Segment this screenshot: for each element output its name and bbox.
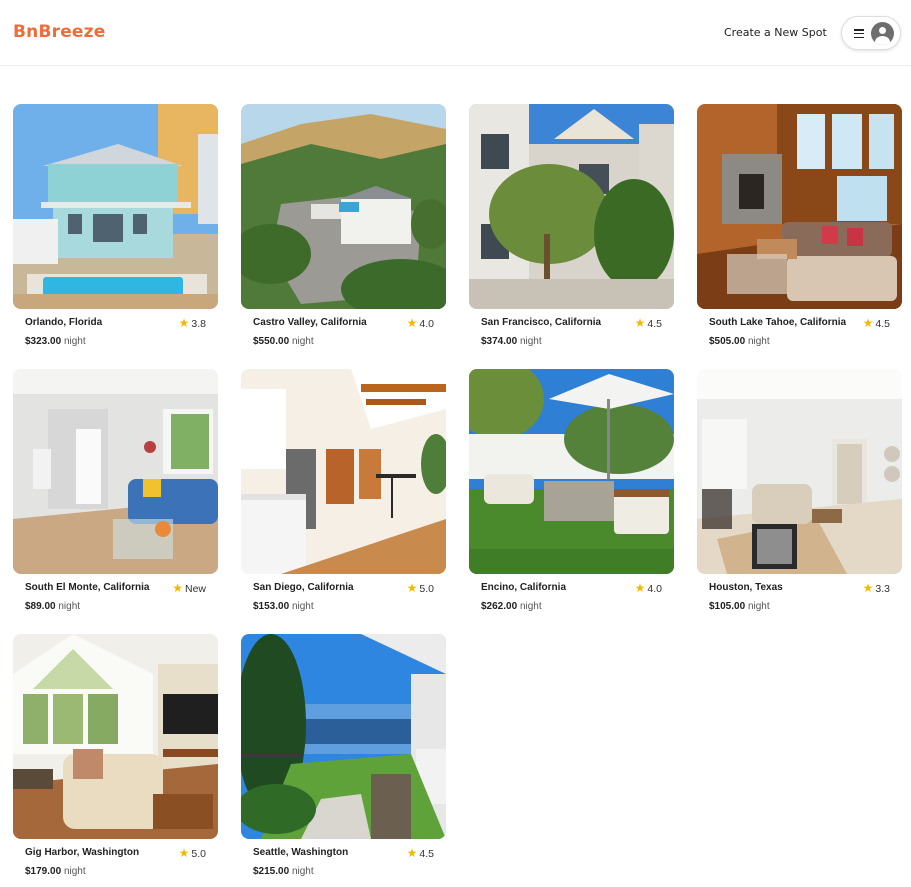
spot-image xyxy=(697,104,902,309)
spot-price: $262.00 night xyxy=(481,601,542,612)
spot-price: $179.00 night xyxy=(25,866,86,877)
spot-card[interactable]: Seattle, Washington ★ 4.5 $215.00 night xyxy=(241,634,446,879)
spot-price: $374.00 night xyxy=(481,336,542,347)
spot-rating: ★ 4.0 xyxy=(634,581,662,595)
spot-location: San Francisco, California xyxy=(481,317,602,328)
spot-card[interactable]: South Lake Tahoe, California ★ 4.5 $505.0… xyxy=(697,104,902,349)
spot-image xyxy=(469,104,674,309)
star-icon: ★ xyxy=(178,846,190,860)
spot-card[interactable]: Castro Valley, California ★ 4.0 $550.00 n… xyxy=(241,104,446,349)
spot-card[interactable]: Houston, Texas ★ 3.3 $105.00 night xyxy=(697,369,902,614)
star-icon: ★ xyxy=(172,581,183,595)
spot-rating: ★ 3.8 xyxy=(178,316,206,330)
spot-image xyxy=(13,369,218,574)
spot-location: Orlando, Florida xyxy=(25,317,103,328)
spot-price: $323.00 night xyxy=(25,336,86,347)
spot-price: $505.00 night xyxy=(709,336,770,347)
spot-image xyxy=(13,634,218,839)
spot-rating: ★ 4.5 xyxy=(862,316,890,330)
spot-image xyxy=(241,104,446,309)
spot-rating: ★ 4.5 xyxy=(634,316,662,330)
spot-card[interactable]: San Diego, California ★ 5.0 $153.00 night xyxy=(241,369,446,614)
spot-location: South El Monte, California xyxy=(25,582,150,593)
spot-image xyxy=(241,634,446,839)
spot-price: $153.00 night xyxy=(253,601,314,612)
user-avatar-icon xyxy=(871,22,894,45)
spot-location: Seattle, Washington xyxy=(253,847,349,858)
top-nav: BnBreeze Create a New Spot xyxy=(0,0,911,66)
spot-rating: ★ 4.0 xyxy=(406,316,434,330)
spot-price: $550.00 night xyxy=(253,336,314,347)
spot-card[interactable]: South El Monte, California ★ New $89.00 n… xyxy=(13,369,218,614)
star-icon: ★ xyxy=(634,316,646,330)
spot-price: $89.00 night xyxy=(25,601,81,612)
spot-card[interactable]: San Francisco, California ★ 4.5 $374.00 n… xyxy=(469,104,674,349)
spot-image xyxy=(241,369,446,574)
spot-location: Gig Harbor, Washington xyxy=(25,847,140,858)
spot-rating: ★ 5.0 xyxy=(178,846,206,860)
spot-image xyxy=(697,369,902,574)
spots-grid: Orlando, Florida ★ 3.8 $323.00 night Cast… xyxy=(13,104,902,879)
star-icon: ★ xyxy=(406,316,418,330)
brand-logo[interactable]: BnBreeze xyxy=(13,22,106,42)
spot-rating: ★ 5.0 xyxy=(406,581,434,595)
spot-rating: ★ 4.5 xyxy=(406,846,434,860)
spot-price: $215.00 night xyxy=(253,866,314,877)
spot-image xyxy=(13,104,218,309)
star-icon: ★ xyxy=(862,581,874,595)
profile-menu-button[interactable] xyxy=(841,16,901,50)
spot-location: San Diego, California xyxy=(253,582,354,593)
create-spot-link[interactable]: Create a New Spot xyxy=(724,26,827,39)
spot-image xyxy=(469,369,674,574)
star-icon: ★ xyxy=(862,316,874,330)
spot-card[interactable]: Orlando, Florida ★ 3.8 $323.00 night xyxy=(13,104,218,349)
spot-card[interactable]: Encino, California ★ 4.0 $262.00 night xyxy=(469,369,674,614)
spot-location: South Lake Tahoe, California xyxy=(709,317,847,328)
star-icon: ★ xyxy=(406,846,418,860)
star-icon: ★ xyxy=(406,581,418,595)
spot-location: Castro Valley, California xyxy=(253,317,367,328)
spot-rating: ★ New xyxy=(172,581,206,595)
star-icon: ★ xyxy=(178,316,190,330)
star-icon: ★ xyxy=(634,581,646,595)
spot-price: $105.00 night xyxy=(709,601,770,612)
spot-rating: ★ 3.3 xyxy=(862,581,890,595)
spot-card[interactable]: Gig Harbor, Washington ★ 5.0 $179.00 nigh… xyxy=(13,634,218,879)
spot-location: Houston, Texas xyxy=(709,582,783,593)
spot-location: Encino, California xyxy=(481,582,567,593)
hamburger-icon xyxy=(854,29,864,39)
